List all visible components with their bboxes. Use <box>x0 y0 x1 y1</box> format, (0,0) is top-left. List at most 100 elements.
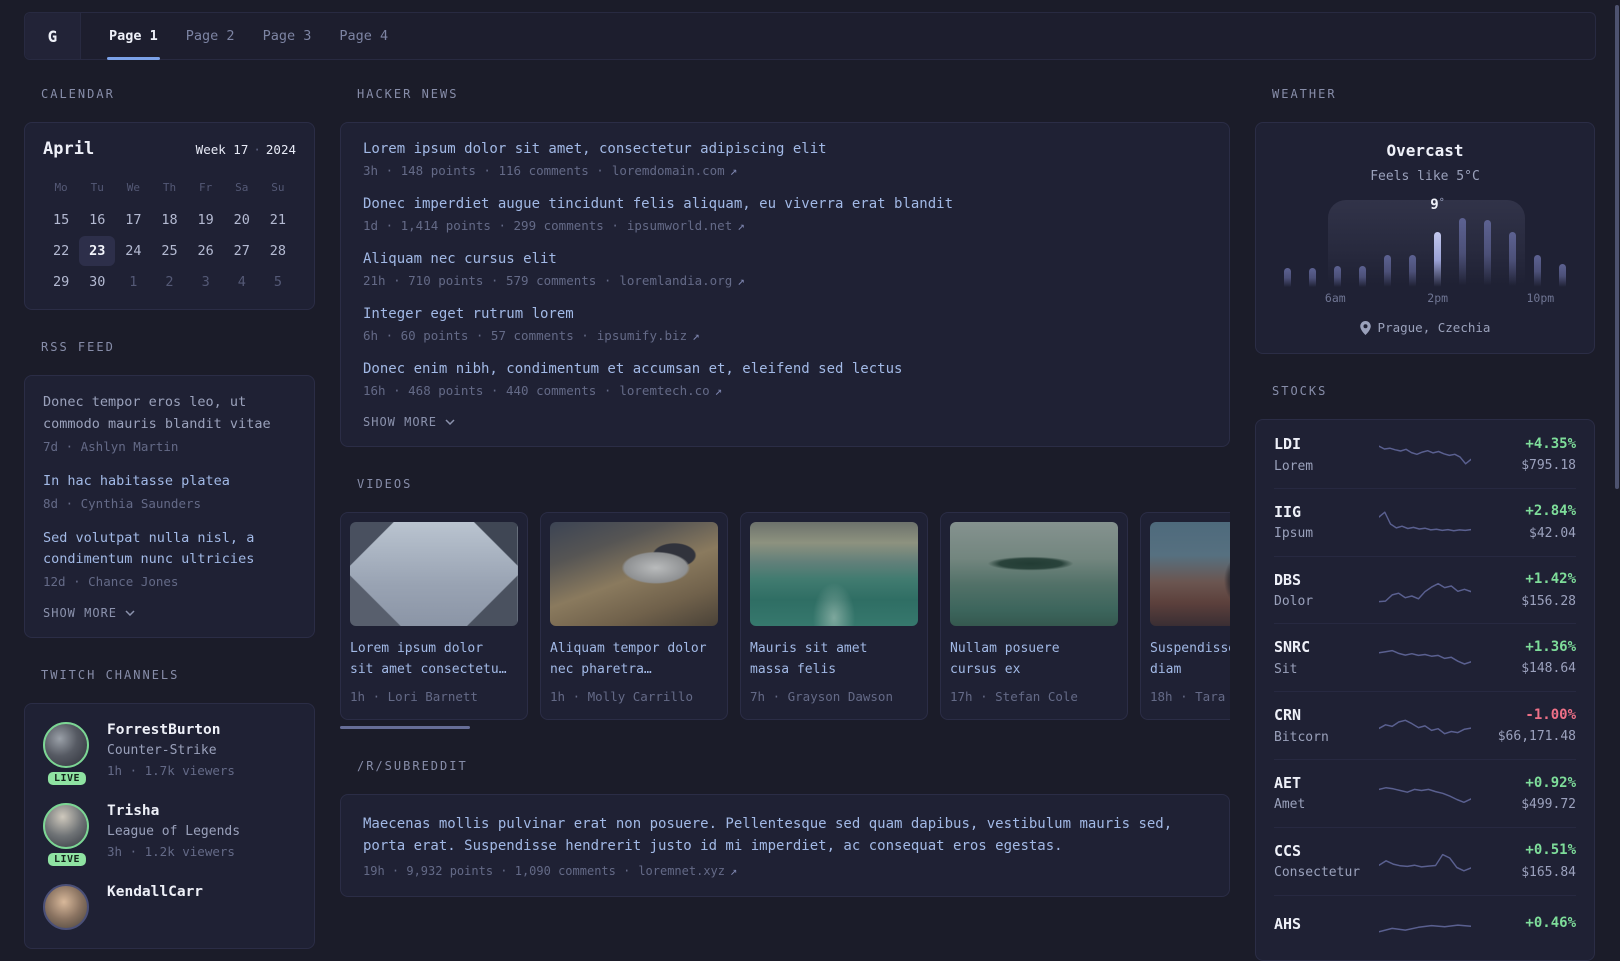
video-thumbnail[interactable] <box>350 522 518 626</box>
calendar-day[interactable]: 22 <box>43 236 79 266</box>
calendar-day[interactable]: 4 <box>224 267 260 297</box>
calendar-day[interactable]: 17 <box>115 205 151 235</box>
calendar-day[interactable]: 27 <box>224 236 260 266</box>
hackernews-item-meta: 21h · 710 points · 579 comments · loremla… <box>363 273 745 288</box>
weather-bar-slot <box>1484 216 1491 288</box>
hackernews-item: Lorem ipsum dolor sit amet, consectetur … <box>363 141 1207 178</box>
calendar-day[interactable]: 1 <box>115 267 151 297</box>
hackernews-item-domain[interactable]: ipsumworld.net ↗ <box>627 218 745 233</box>
calendar-day[interactable]: 30 <box>79 267 115 297</box>
subreddit-post-title[interactable]: Maecenas mollis pulvinar erat non posuer… <box>363 813 1207 858</box>
external-link-icon: ↗ <box>730 863 738 878</box>
calendar-day[interactable]: 24 <box>115 236 151 266</box>
twitch-channel-name: Trisha <box>107 803 160 820</box>
stock-row[interactable]: AHS +0.46% <box>1274 894 1576 959</box>
stock-row[interactable]: SNRC Sit +1.36% $148.64 <box>1274 623 1576 691</box>
stock-ticker: AET <box>1274 773 1302 792</box>
hackernews-item-title[interactable]: Lorem ipsum dolor sit amet, consectetur … <box>363 141 1207 157</box>
video-title[interactable]: Nullam posuere cursus ex <box>950 639 1108 681</box>
stock-change: +1.36% <box>1525 638 1576 655</box>
stock-row[interactable]: LDI Lorem +4.35% $795.18 <box>1274 421 1576 488</box>
calendar-day[interactable]: 18 <box>151 205 187 235</box>
twitch-avatar-wrap: LIVE <box>43 722 91 786</box>
page-scrollbar[interactable] <box>1615 5 1619 489</box>
twitch-heading: TWITCH CHANNELS <box>41 668 180 683</box>
video-title[interactable]: Suspendisse auctor diam <box>1150 639 1230 681</box>
calendar-card: April Week 17 · 2024 Mo Tu We Th Fr Sa Su 15 16 17 1… <box>24 122 315 310</box>
stock-name: Amet <box>1274 797 1306 813</box>
twitch-channel-row[interactable]: KendallCarr <box>43 884 296 931</box>
hackernews-item-domain[interactable]: loremlandia.org ↗ <box>619 273 744 288</box>
weather-feels-like: Feels like 5°C <box>1370 169 1480 184</box>
rss-show-more-button[interactable]: SHOW MORE <box>43 606 135 620</box>
calendar-day[interactable]: 21 <box>260 205 296 235</box>
hackernews-item-title[interactable]: Integer eget rutrum lorem <box>363 306 1207 322</box>
tab-page-1[interactable]: Page 1 <box>95 13 172 60</box>
hackernews-item-title[interactable]: Aliquam nec cursus elit <box>363 251 1207 267</box>
stock-change: -1.00% <box>1525 706 1576 723</box>
calendar-dow-label: We <box>126 181 140 194</box>
carousel-scrollbar[interactable] <box>340 725 470 729</box>
stock-row[interactable]: IIG Ipsum +2.84% $42.04 <box>1274 487 1576 556</box>
subreddit-post-domain[interactable]: loremnet.xyz ↗ <box>638 864 737 878</box>
weather-hour-bar <box>1384 255 1391 288</box>
tab-page-2[interactable]: Page 2 <box>172 13 249 59</box>
videos-heading: VIDEOS <box>357 477 413 491</box>
video-card[interactable]: Suspendisse auctor diam 18h · Tara <box>1140 512 1230 720</box>
stock-sparkline <box>1372 777 1478 811</box>
rss-item-title[interactable]: Donec tempor eros leo, ut commodo mauris… <box>43 392 296 436</box>
rss-item-title[interactable]: Sed volutpat nulla nisl, a condimentum n… <box>43 528 296 572</box>
calendar-day-selected[interactable]: 23 <box>79 236 116 266</box>
video-title[interactable]: Mauris sit amet massa felis <box>750 639 908 681</box>
hackernews-item-domain[interactable]: ipsumify.biz ↗ <box>597 328 700 343</box>
twitch-channel-row[interactable]: LIVE Trisha League of Legends 3h · 1.2k … <box>43 803 296 867</box>
calendar-day[interactable]: 28 <box>260 236 296 266</box>
external-link-icon: ↗ <box>737 273 745 288</box>
video-thumbnail[interactable] <box>750 522 918 626</box>
video-thumbnail[interactable] <box>550 522 718 626</box>
calendar-day[interactable]: 16 <box>79 205 115 235</box>
calendar-day[interactable]: 20 <box>224 205 260 235</box>
middle-column: HACKER NEWS Lorem ipsum dolor sit amet, … <box>340 87 1230 897</box>
calendar-day[interactable]: 3 <box>188 267 224 297</box>
video-card[interactable]: Nullam posuere cursus ex 17h · Stefan Co… <box>940 512 1128 720</box>
twitch-channel-meta: 3h · 1.2k viewers <box>107 844 235 860</box>
tab-page-3[interactable]: Page 3 <box>249 13 326 59</box>
calendar-day[interactable]: 29 <box>43 267 79 297</box>
weather-hour-bar-current: 9° <box>1430 197 1445 288</box>
calendar-day[interactable]: 26 <box>188 236 224 266</box>
calendar-day[interactable]: 19 <box>188 205 224 235</box>
hackernews-item: Donec enim nibh, condimentum et accumsan… <box>363 361 1207 398</box>
video-title[interactable]: Aliquam tempor dolor nec pharetra… <box>550 639 708 681</box>
hackernews-show-more-button[interactable]: SHOW MORE <box>363 415 455 429</box>
stock-sparkline <box>1372 641 1478 675</box>
stock-row[interactable]: DBS Dolor +1.42% $156.28 <box>1274 555 1576 624</box>
calendar-day[interactable]: 5 <box>260 267 296 297</box>
app-logo[interactable]: G <box>25 13 81 59</box>
hackernews-item-domain[interactable]: loremdomain.com ↗ <box>612 163 737 178</box>
hackernews-item-title[interactable]: Donec enim nibh, condimentum et accumsan… <box>363 361 1207 377</box>
rss-item-title[interactable]: In hac habitasse platea <box>43 471 296 493</box>
video-card[interactable]: Mauris sit amet massa felis 7h · Grayson… <box>740 512 928 720</box>
rss-item: Donec tempor eros leo, ut commodo mauris… <box>43 392 296 454</box>
video-thumbnail[interactable] <box>950 522 1118 626</box>
twitch-channel-row[interactable]: LIVE ForrestBurton Counter-Strike 1h · 1… <box>43 722 296 786</box>
video-title[interactable]: Lorem ipsum dolor sit amet consectetu… <box>350 639 508 681</box>
stock-row[interactable]: AET Amet +0.92% $499.72 <box>1274 758 1576 827</box>
calendar-day[interactable]: 2 <box>151 267 187 297</box>
calendar-day[interactable]: 15 <box>43 205 79 235</box>
calendar-day[interactable]: 25 <box>151 236 187 266</box>
stock-row[interactable]: CRN Bitcorn -1.00% $66,171.48 <box>1274 691 1576 759</box>
weather-hour-bar <box>1309 268 1316 288</box>
video-thumbnail[interactable] <box>1150 522 1230 626</box>
stock-sparkline <box>1372 709 1478 743</box>
tab-page-4[interactable]: Page 4 <box>325 13 402 59</box>
hackernews-item-title[interactable]: Donec imperdiet augue tincidunt felis al… <box>363 196 1207 212</box>
weather-hour-bar <box>1559 264 1566 288</box>
stock-row[interactable]: CCS Consectetur +0.51% $165.84 <box>1274 826 1576 895</box>
hackernews-item-domain[interactable]: loremtech.co ↗ <box>619 383 722 398</box>
stock-name: Consectetur <box>1274 865 1361 881</box>
avatar <box>43 722 89 769</box>
video-card[interactable]: Lorem ipsum dolor sit amet consectetu… 1… <box>340 512 528 720</box>
video-card[interactable]: Aliquam tempor dolor nec pharetra… 1h · … <box>540 512 728 720</box>
